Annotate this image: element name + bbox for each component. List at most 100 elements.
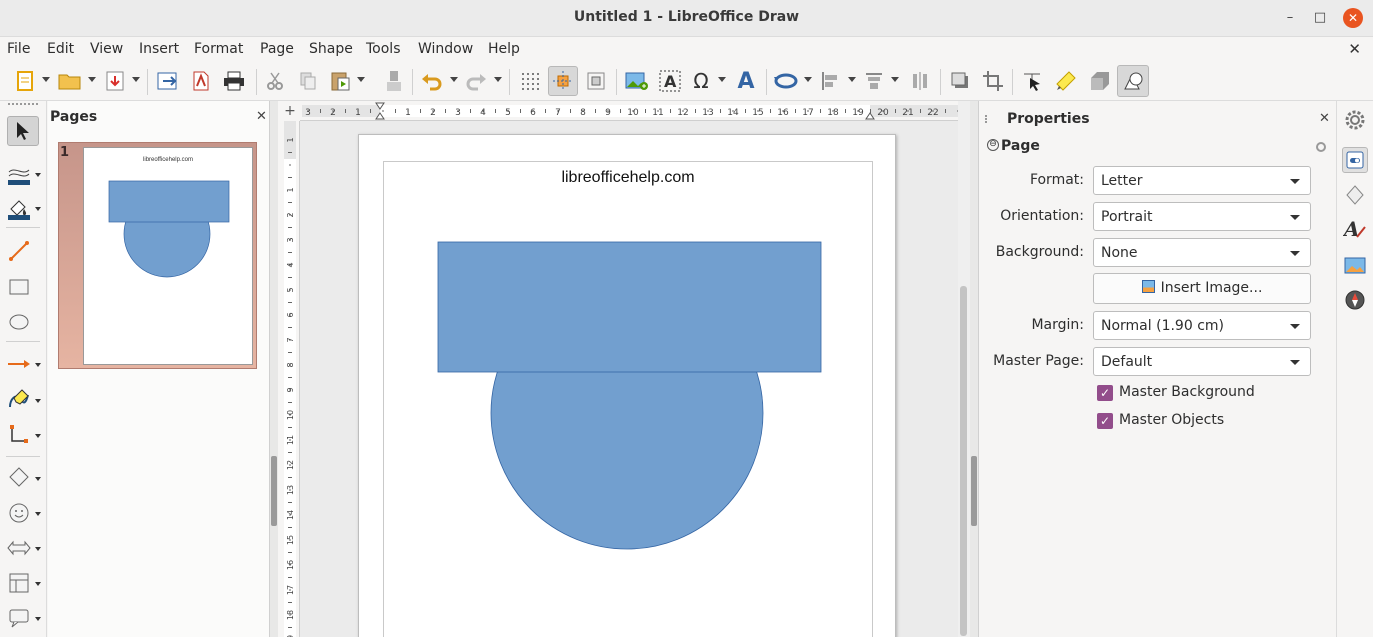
copy-icon[interactable] [295, 68, 321, 94]
export-directly-pdf-icon[interactable] [188, 68, 214, 94]
sidebar-splitter[interactable] [970, 101, 978, 637]
lines-and-arrows-icon[interactable] [5, 351, 33, 377]
menu-help[interactable]: Help [488, 41, 520, 57]
align-dropdown-icon[interactable] [848, 77, 856, 82]
menu-tools[interactable]: Tools [366, 41, 401, 57]
curves-and-polygons-icon[interactable] [5, 386, 33, 412]
minimize-button[interactable]: – [1280, 8, 1300, 28]
insert-image-icon[interactable] [624, 68, 650, 94]
menu-file[interactable]: File [7, 41, 30, 57]
fontwork-icon[interactable]: A [733, 68, 759, 94]
paste-icon[interactable] [327, 68, 353, 94]
points-icon[interactable] [1019, 68, 1045, 94]
styles-tab-icon[interactable] [1342, 182, 1368, 208]
print-icon[interactable] [221, 68, 247, 94]
toolbar-grip[interactable] [8, 103, 38, 106]
margin-select[interactable]: Normal (1.90 cm) [1093, 311, 1311, 340]
maximize-button[interactable]: □ [1310, 8, 1330, 28]
new-document-icon[interactable] [12, 68, 38, 94]
toggle-extrusion-icon[interactable] [1087, 68, 1113, 94]
close-pages-pane-button[interactable]: ✕ [256, 109, 267, 124]
line-color-icon[interactable] [5, 162, 33, 188]
character-tab-icon[interactable]: A [1342, 216, 1368, 242]
sidebar-settings-icon[interactable] [1342, 107, 1368, 133]
navigator-tab-icon[interactable] [1342, 287, 1368, 313]
master-background-label[interactable]: Master Background [1119, 384, 1255, 400]
undo-icon[interactable] [419, 68, 445, 94]
basic-shapes-dropdown-icon[interactable] [35, 477, 41, 481]
properties-tab-icon[interactable] [1342, 147, 1368, 173]
connectors-dropdown-icon[interactable] [35, 434, 41, 438]
fill-color-icon[interactable] [5, 196, 33, 222]
master-background-checkbox[interactable]: ✓ [1097, 385, 1113, 401]
page-thumbnail[interactable]: libreofficehelp.com [83, 147, 253, 365]
distribute-icon[interactable] [907, 68, 933, 94]
master-page-select[interactable]: Default [1093, 347, 1311, 376]
ellipse-tool-icon[interactable] [5, 309, 33, 335]
new-document-dropdown-icon[interactable] [42, 77, 50, 82]
scrollbar-thumb[interactable] [960, 286, 967, 636]
arrange-icon[interactable] [861, 68, 887, 94]
redo-dropdown-icon[interactable] [494, 77, 502, 82]
block-arrows-dropdown-icon[interactable] [35, 547, 41, 551]
menu-page[interactable]: Page [260, 41, 294, 57]
menu-edit[interactable]: Edit [47, 41, 74, 57]
rectangle-shape[interactable] [437, 241, 822, 373]
special-character-dropdown-icon[interactable] [718, 77, 726, 82]
format-select[interactable]: Letter [1093, 166, 1311, 195]
snap-to-grid-icon[interactable] [583, 68, 609, 94]
fill-color-dropdown-icon[interactable] [35, 207, 41, 211]
align-objects-icon[interactable] [818, 68, 844, 94]
symbol-shapes-dropdown-icon[interactable] [35, 512, 41, 516]
drawing-page[interactable]: libreofficehelp.com [358, 134, 896, 637]
undo-dropdown-icon[interactable] [450, 77, 458, 82]
connectors-icon[interactable] [5, 422, 33, 448]
rotate-icon[interactable] [773, 68, 799, 94]
horizontal-ruler[interactable]: 3 2 1 1 2 3 4 5 6 7 8 9 10 11 12 13 14 15 16 17 18 19 20 21 22 [280, 101, 960, 121]
clone-formatting-icon[interactable] [381, 68, 407, 94]
master-objects-checkbox[interactable]: ✓ [1097, 413, 1113, 429]
callouts-icon[interactable] [5, 605, 33, 631]
orientation-select[interactable]: Portrait [1093, 202, 1311, 231]
symbol-shapes-icon[interactable] [5, 500, 33, 526]
helplines-while-moving-icon[interactable] [548, 66, 578, 96]
crop-icon[interactable] [980, 68, 1006, 94]
vertical-ruler[interactable]: 112345678910111213141516171819 [280, 121, 300, 637]
pages-pane-splitter[interactable] [270, 101, 278, 637]
close-window-button[interactable]: ✕ [1343, 8, 1363, 28]
drawing-canvas[interactable]: libreofficehelp.com [300, 121, 958, 637]
panel-grip[interactable] [985, 115, 993, 123]
cut-icon[interactable] [262, 68, 288, 94]
export-pdf-icon[interactable] [102, 68, 128, 94]
splitter-handle[interactable] [271, 456, 277, 526]
menu-format[interactable]: Format [194, 41, 243, 57]
select-tool-icon[interactable] [7, 116, 39, 146]
shadow-icon[interactable] [947, 68, 973, 94]
menu-shape[interactable]: Shape [309, 41, 353, 57]
open-icon[interactable] [57, 68, 83, 94]
menu-window[interactable]: Window [418, 41, 473, 57]
more-options-icon[interactable] [1316, 142, 1326, 152]
paste-dropdown-icon[interactable] [357, 77, 365, 82]
menu-insert[interactable]: Insert [139, 41, 179, 57]
callouts-dropdown-icon[interactable] [35, 617, 41, 621]
open-dropdown-icon[interactable] [88, 77, 96, 82]
close-document-button[interactable]: ✕ [1348, 40, 1361, 58]
close-properties-button[interactable]: ✕ [1319, 111, 1330, 126]
vertical-scrollbar[interactable] [958, 101, 970, 637]
rectangle-tool-icon[interactable] [5, 274, 33, 300]
export-icon[interactable] [155, 68, 181, 94]
line-tool-icon[interactable] [5, 238, 33, 264]
glue-points-icon[interactable] [1053, 68, 1079, 94]
master-objects-label[interactable]: Master Objects [1119, 412, 1224, 428]
page-section-title[interactable]: Page [1001, 138, 1040, 154]
collapse-section-icon[interactable]: ⊖ [987, 139, 999, 151]
splitter-handle[interactable] [971, 456, 977, 526]
insert-image-button[interactable]: Insert Image... [1093, 273, 1311, 304]
export-dropdown-icon[interactable] [132, 77, 140, 82]
menu-view[interactable]: View [90, 41, 123, 57]
shapes-icon[interactable] [1117, 65, 1149, 97]
flowchart-icon[interactable] [5, 570, 33, 596]
display-grid-icon[interactable] [517, 68, 543, 94]
block-arrows-icon[interactable] [5, 535, 33, 561]
